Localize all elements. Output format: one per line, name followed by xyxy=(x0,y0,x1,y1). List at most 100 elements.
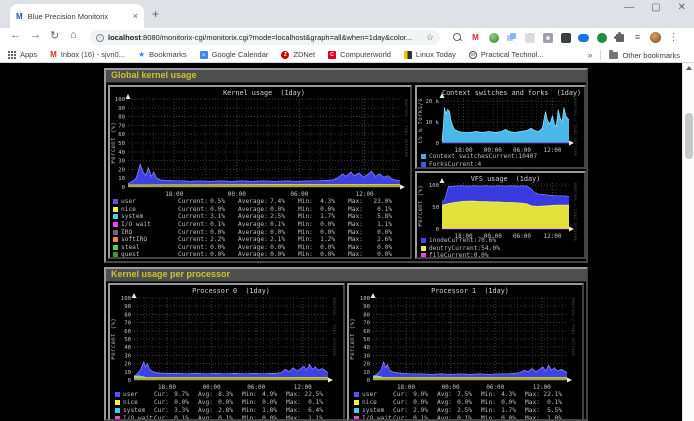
legend-stat: Min:4.3% xyxy=(481,391,516,398)
svg-text:60: 60 xyxy=(124,329,131,335)
apps-shortcut[interactable]: Apps xyxy=(8,50,37,59)
page-info-icon[interactable]: i xyxy=(96,34,104,42)
new-tab-button[interactable]: + xyxy=(152,7,159,21)
bookmark-linux-today[interactable]: Linux Today xyxy=(404,50,456,59)
section-title: Kernel usage per processor xyxy=(106,269,586,282)
tab-copies-extension-icon[interactable] xyxy=(506,32,517,43)
svg-text:20: 20 xyxy=(363,362,370,368)
navigation-bar: i localhost:8080/monitorix-cgi/monitorix… xyxy=(0,28,694,47)
legend-stat: Cur:3.3% xyxy=(154,407,189,414)
legend-label: nice xyxy=(121,206,178,213)
rrdtool-watermark: RRDTOOL / TOBI OETIKER xyxy=(573,183,577,241)
search-extension-icon[interactable] xyxy=(452,32,463,43)
legend-row: niceCur:0.0%Avg:0.0%Min:0.0%Max:0.1% xyxy=(349,398,582,406)
chart-legend: userCur:9.0%Avg:7.5%Min:4.3%Max:22.1%nic… xyxy=(349,390,582,421)
gray-badge-extension-icon[interactable] xyxy=(543,33,553,43)
legend-stat: Cur:9.7% xyxy=(154,391,189,398)
bookmark-bookmarks[interactable]: Bookmarks xyxy=(138,50,187,59)
legend-row: systemCurrent:3.1%Average:2.5%Min:1.7%Ma… xyxy=(110,213,410,221)
chart-legend: Context switchesCurrent:10407ForksCurren… xyxy=(417,152,584,168)
legend-stat: Current:0.0% xyxy=(178,229,225,236)
chart-processor-0[interactable]: 010203040506070809010018:0000:0006:0012:… xyxy=(108,283,345,421)
chart-title: Processor 1 (1day) xyxy=(373,287,567,295)
legend-swatch xyxy=(113,207,118,212)
legend-stat: Current:0.0% xyxy=(178,251,225,258)
minimize-button[interactable]: — xyxy=(624,2,634,13)
legend-swatch xyxy=(354,408,359,413)
folder-icon xyxy=(609,52,618,59)
legend-row: userCur:9.0%Avg:7.5%Min:4.3%Max:22.1% xyxy=(349,390,582,398)
scrollbar-thumb[interactable] xyxy=(685,113,693,159)
dark-square-extension-icon[interactable] xyxy=(561,33,571,43)
browser-menu-icon[interactable] xyxy=(668,32,679,43)
svg-text:90: 90 xyxy=(124,304,131,310)
bookmark-google-calendar[interactable]: 31Google Calendar xyxy=(200,50,269,59)
address-bar[interactable]: i localhost:8080/monitorix-cgi/monitorix… xyxy=(90,30,440,45)
legend-label: user xyxy=(121,198,178,205)
gmail-extension-icon[interactable]: M xyxy=(470,32,481,43)
legend-stat: Cur:0.1% xyxy=(154,415,189,421)
close-button[interactable]: ✕ xyxy=(678,2,686,13)
gray-square-extension-icon[interactable] xyxy=(525,33,535,43)
back-icon[interactable] xyxy=(10,29,21,41)
legend-swatch xyxy=(113,230,118,235)
legend-stat: Max:0.1% xyxy=(286,399,323,406)
bookmarks-separator xyxy=(600,50,601,60)
svg-text:100: 100 xyxy=(360,296,370,302)
legend-stat: Min:0.0% xyxy=(298,206,335,213)
gmail-icon: M xyxy=(50,50,57,59)
legend-stat: Current:0.0% xyxy=(178,206,225,213)
tab-close-icon[interactable]: × xyxy=(133,11,138,21)
scrollbar-up-arrow[interactable] xyxy=(686,66,692,70)
legend-label: nice xyxy=(123,399,154,406)
forward-icon[interactable] xyxy=(30,29,41,41)
bookmark-computerworld[interactable]: CComputerworld xyxy=(328,50,391,59)
legend-label: user xyxy=(123,391,154,398)
bookmark-inbox[interactable]: MInbox (16) - sjvn0... xyxy=(50,50,125,59)
svg-text:0: 0 xyxy=(122,185,125,191)
legend-stat: Min:0.0% xyxy=(298,229,335,236)
chart-processor-1[interactable]: 010203040506070809010018:0000:0006:0012:… xyxy=(347,283,584,421)
legend-row: fileCurrent:0.0% xyxy=(417,252,584,259)
reload-icon[interactable] xyxy=(50,29,59,42)
legend-stat: Average:0.0% xyxy=(238,251,285,258)
bookmarks-overflow-icon[interactable] xyxy=(587,50,592,60)
green-sphere-extension-icon[interactable] xyxy=(489,33,499,43)
page-scrollbar[interactable] xyxy=(682,63,694,421)
maximize-button[interactable]: ▢ xyxy=(651,2,660,13)
extensions-puzzle-icon[interactable] xyxy=(616,34,624,42)
legend-row: ForksCurrent:4 xyxy=(417,160,584,168)
bookmark-star-icon[interactable] xyxy=(426,32,434,43)
extension-icons: M xyxy=(452,30,679,45)
section-title: Global kernel usage xyxy=(106,70,586,83)
legend-swatch xyxy=(113,245,118,250)
chart-context-switches-forks[interactable]: 010 k20 k18:0000:0006:0012:00Context swi… xyxy=(415,85,586,169)
legend-row: userCurrent:0.5%Average:7.4%Min:4.3%Max:… xyxy=(110,198,410,206)
svg-text:80: 80 xyxy=(118,115,125,121)
legend-stat: Max:0.1% xyxy=(525,399,562,406)
chart-vfs-usage[interactable]: 05010018:0000:0006:0012:00VFS usage (1da… xyxy=(415,171,586,259)
home-icon[interactable] xyxy=(70,29,77,41)
bookmark-practical-technology[interactable]: WPractical Technol... xyxy=(469,50,544,59)
svg-text:80: 80 xyxy=(124,312,131,318)
legend-stat: Max:1.1% xyxy=(348,221,392,228)
bookmark-zdnet[interactable]: ZZDNet xyxy=(281,50,315,59)
chart-kernel-usage[interactable]: 010203040506070809010018:0000:0006:0012:… xyxy=(108,85,412,259)
svg-text:50: 50 xyxy=(363,337,370,343)
other-bookmarks[interactable]: Other bookmarks xyxy=(609,51,680,60)
svg-text:70: 70 xyxy=(124,321,131,327)
legend-stat: Current:70.6% xyxy=(448,237,496,244)
legend-stat: Average:2.5% xyxy=(238,213,285,220)
legend-row: niceCurrent:0.0%Average:0.0%Min:0.0%Max:… xyxy=(110,206,410,214)
legend-stat: Current:3.1% xyxy=(178,213,225,220)
blue-pill-extension-icon[interactable] xyxy=(578,34,589,42)
reading-list-icon[interactable] xyxy=(632,32,643,43)
browser-tab[interactable]: M Blue Precision Monitorix × xyxy=(10,4,144,28)
profile-avatar[interactable] xyxy=(650,32,661,43)
legend-label: I/O wait xyxy=(362,415,393,421)
url-text[interactable]: localhost:8080/monitorix-cgi/monitorix.c… xyxy=(108,33,422,42)
green-circle-extension-icon[interactable] xyxy=(597,33,607,43)
svg-text:06:00: 06:00 xyxy=(290,191,308,198)
legend-stat: Average:7.4% xyxy=(238,198,285,205)
legend-swatch xyxy=(115,416,120,421)
